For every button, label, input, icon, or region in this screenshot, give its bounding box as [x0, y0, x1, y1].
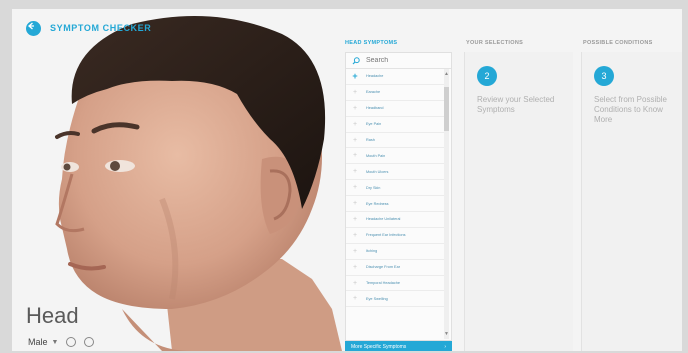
app-title: SYMPTOM CHECKER [50, 23, 152, 33]
symptom-item[interactable]: + Headache Unilateral [346, 212, 444, 228]
rotate-icon[interactable] [66, 337, 77, 347]
possible-conditions-header: POSSIBLE CONDITIONS [583, 40, 653, 46]
plus-icon[interactable]: + [352, 71, 358, 81]
symptom-list-scrollbar[interactable]: ▲ ▼ [444, 69, 449, 339]
step-2-badge: 2 [477, 66, 497, 86]
your-selections-panel: 2 Review your Selected Symptoms [464, 52, 573, 351]
symptom-label: Rash [366, 138, 375, 142]
plus-icon[interactable]: + [352, 89, 358, 96]
symptom-label: Mouth Ulcers [366, 169, 389, 174]
symptom-label: Eye Swelling [366, 296, 388, 301]
symptom-item[interactable]: + Eye Redness [346, 196, 444, 213]
symptom-item[interactable]: + Dry Skin [346, 180, 444, 197]
plus-icon[interactable]: + [352, 152, 358, 159]
arrow-left-icon [28, 22, 34, 30]
step-3-badge: 3 [594, 66, 614, 86]
symptom-label: Headache [366, 74, 384, 79]
symptom-item[interactable]: + Headache [346, 69, 444, 85]
more-specific-symptoms-button[interactable]: More Specific Symptoms › [345, 341, 452, 351]
plus-icon[interactable]: + [352, 200, 358, 207]
symptom-label: Eye Redness [366, 201, 389, 206]
symptom-item[interactable]: + Mouth Pain [346, 148, 444, 165]
scroll-thumb[interactable] [444, 87, 449, 131]
plus-icon[interactable]: + [352, 137, 358, 144]
symptom-label: Headband [366, 106, 384, 111]
plus-icon[interactable]: + [352, 232, 358, 239]
step-3-text: Select from Possible Conditions to Know … [594, 95, 667, 124]
head-symptoms-header: HEAD SYMPTOMS [345, 40, 398, 46]
symptom-item[interactable]: + Rash [346, 133, 444, 149]
head-model-image [55, 16, 342, 351]
plus-icon[interactable]: + [352, 105, 358, 112]
scroll-up-icon[interactable]: ▲ [444, 71, 449, 77]
more-specific-symptoms-label: More Specific Symptoms [351, 344, 407, 350]
symptom-item[interactable]: + Itching [346, 244, 444, 260]
symptom-label: Dry Skin [366, 185, 381, 190]
reset-view-icon[interactable] [84, 337, 95, 347]
symptom-label: Frequent Ear Infections [366, 233, 406, 238]
symptom-item[interactable]: + Temporal Headache [346, 276, 444, 292]
chevron-down-icon: ▼ [51, 338, 59, 346]
symptom-label: Earache [366, 90, 381, 95]
plus-icon[interactable]: + [352, 280, 358, 287]
possible-conditions-panel: 3 Select from Possible Conditions to Kno… [581, 52, 682, 351]
step-2-text: Review your Selected Symptoms [477, 95, 555, 114]
symptom-label: Itching [366, 249, 378, 254]
symptom-item[interactable]: + Eye Pain [346, 117, 444, 133]
symptom-list: + Headache + Earache + Headband + Eye Pain + Rash… [346, 69, 444, 308]
symptom-item[interactable]: + Earache [346, 85, 444, 101]
gender-selected-value: Male [28, 337, 48, 347]
your-selections-header: YOUR SELECTIONS [466, 40, 524, 46]
plus-icon[interactable]: + [352, 168, 358, 175]
plus-icon[interactable]: + [352, 248, 358, 255]
symptom-list-panel: + Headache + Earache + Headband + Eye Pain + Rash… [345, 52, 452, 341]
scroll-down-icon[interactable]: ▼ [444, 331, 449, 337]
app-window: SYMPTOM CHECKER Head Male ▼ HEAD SYMPTOM… [12, 9, 682, 351]
symptom-label: Discharge From Ear [366, 265, 400, 270]
symptom-item[interactable]: + Eye Swelling [346, 291, 444, 308]
plus-icon[interactable]: + [352, 216, 358, 223]
back-button[interactable] [26, 21, 41, 36]
symptom-item[interactable]: + Frequent Ear Infections [346, 228, 444, 244]
plus-icon[interactable]: + [352, 121, 358, 128]
body-part-label: Head [26, 303, 79, 328]
symptom-label: Temporal Headache [366, 281, 400, 286]
search-bar [346, 53, 451, 69]
search-icon [352, 56, 360, 64]
3d-head-viewer[interactable]: SYMPTOM CHECKER Head Male ▼ [12, 9, 342, 351]
symptom-label: Headache Unilateral [366, 217, 401, 222]
symptom-label: Mouth Pain [366, 153, 386, 158]
symptom-item[interactable]: + Mouth Ulcers [346, 164, 444, 181]
symptom-item[interactable]: + Headband [346, 101, 444, 117]
plus-icon[interactable]: + [352, 295, 358, 302]
symptom-label: Eye Pain [366, 122, 382, 127]
symptom-item[interactable]: + Discharge From Ear [346, 260, 444, 276]
viewer-controls: Male ▼ [28, 337, 95, 347]
chevron-right-icon: › [444, 344, 446, 350]
search-input[interactable] [366, 57, 426, 64]
plus-icon[interactable]: + [352, 264, 358, 271]
plus-icon[interactable]: + [352, 184, 358, 191]
gender-dropdown[interactable]: Male ▼ [28, 337, 58, 347]
